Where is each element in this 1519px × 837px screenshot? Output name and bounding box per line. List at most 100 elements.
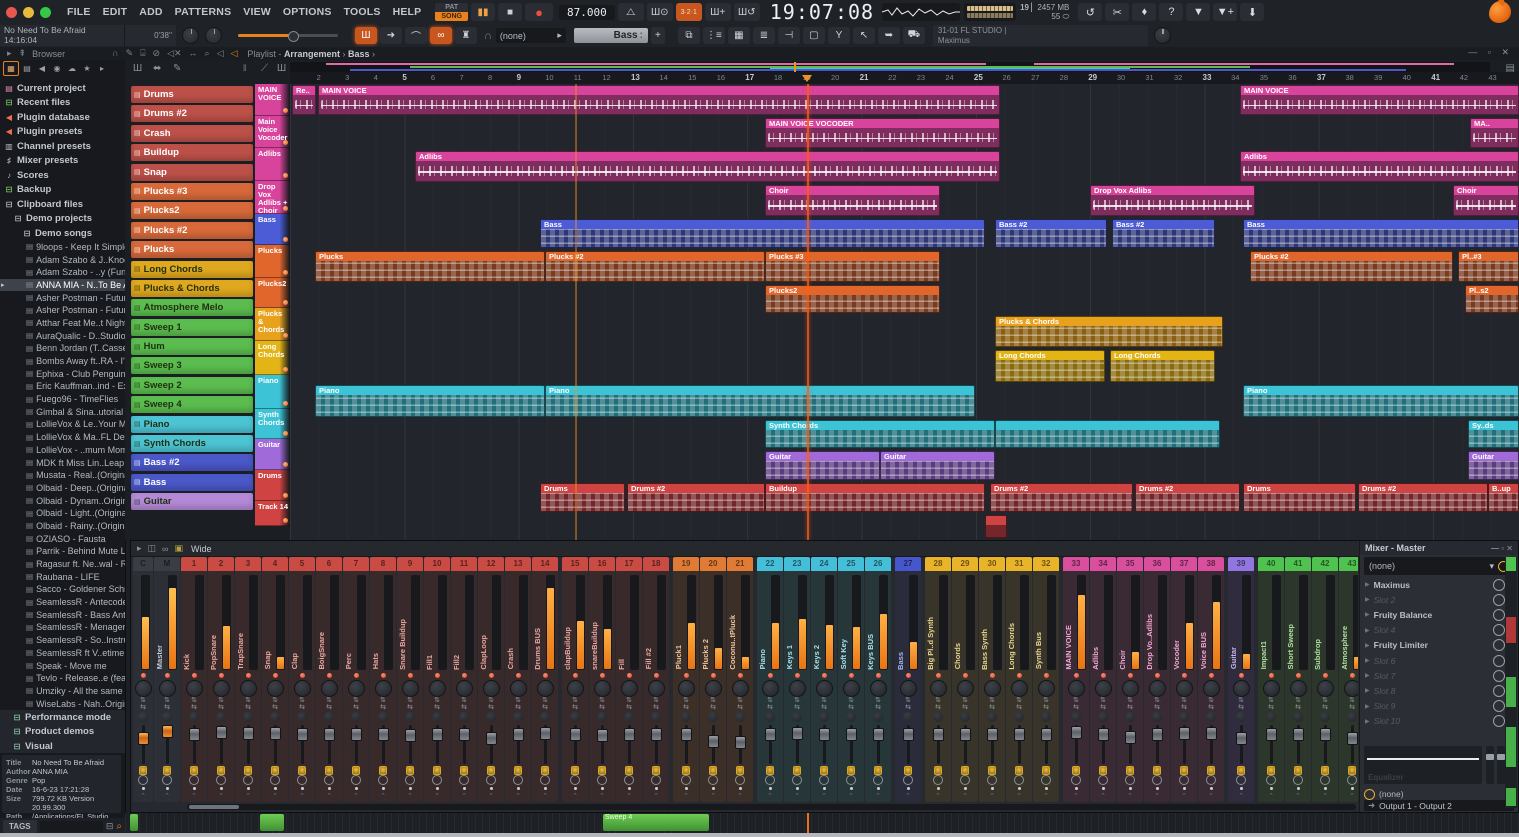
stereo-controls[interactable]: ⇅⇆ bbox=[1198, 697, 1224, 712]
menu-add[interactable]: ADD bbox=[133, 6, 168, 18]
song-item[interactable]: ▤Fuego96 - TimeFlies bbox=[0, 393, 125, 406]
panel-preset-dropdown[interactable]: (none)▾ bbox=[1364, 557, 1514, 575]
mixer-channel-22[interactable]: 22Piano⇅⇆⌃ bbox=[757, 557, 783, 802]
pattern-long-chords[interactable]: ▤Long Chords bbox=[131, 261, 253, 278]
volume-fader[interactable] bbox=[154, 723, 180, 766]
mixer-channel-25[interactable]: 25Soft Key⇅⇆⌃ bbox=[838, 557, 864, 802]
volume-fader[interactable] bbox=[181, 723, 207, 766]
track-header-drums[interactable]: Drums bbox=[255, 470, 290, 501]
mixer-channel-34[interactable]: 34Adlibs⇅⇆⌃ bbox=[1090, 557, 1116, 802]
clip-piano[interactable]: Piano bbox=[315, 385, 545, 417]
clip-drums-2[interactable]: Drums #2 bbox=[1358, 483, 1488, 512]
stereo-controls[interactable]: ⇅⇆ bbox=[1117, 697, 1143, 712]
browser-collapse-icon[interactable]: ▸ bbox=[7, 48, 12, 59]
volume-fader[interactable] bbox=[451, 723, 477, 766]
mixer-channel-42[interactable]: 42Subdrop⇅⇆⌃ bbox=[1312, 557, 1338, 802]
pattern-sweep-2[interactable]: ▤Sweep 2 bbox=[131, 377, 253, 394]
clip-piano[interactable]: Piano bbox=[1243, 385, 1519, 417]
song-item[interactable]: ▤Benn Jordan (T..Cassette Cafe bbox=[0, 342, 125, 355]
mixer-channel-26[interactable]: 26Keys BUS⇅⇆⌃ bbox=[865, 557, 891, 802]
tags-button[interactable]: TAGS bbox=[3, 820, 37, 833]
track-header-bass[interactable]: Bass bbox=[255, 214, 290, 245]
clip-drums-2[interactable]: Drums #2 bbox=[1135, 483, 1240, 512]
next-icon[interactable]: ➜ bbox=[380, 27, 402, 44]
tags-input[interactable] bbox=[40, 821, 103, 832]
pattern-sweep-1[interactable]: ▤Sweep 1 bbox=[131, 319, 253, 336]
sounds-tab[interactable]: ◀ bbox=[35, 62, 49, 75]
volume-fader[interactable] bbox=[1171, 723, 1197, 766]
mixer-master-strip[interactable]: MMaster⇅⇆⌃ bbox=[154, 557, 180, 802]
song-item[interactable]: ▤Musata - Real..(Original Mix) bbox=[0, 469, 125, 482]
song-item[interactable]: ▤Raubana - LIFE bbox=[0, 570, 125, 583]
playlist-minimap[interactable] bbox=[290, 62, 1490, 72]
stereo-controls[interactable]: ⇅⇆ bbox=[343, 697, 369, 712]
bottom-clip-sweep-4[interactable]: Sweep 4 bbox=[603, 814, 709, 831]
mixer-channel-15[interactable]: 15clapBuildup⇅⇆⌃ bbox=[562, 557, 588, 802]
song-item[interactable]: ▤Olbaid - Dynam..Original Mix) bbox=[0, 494, 125, 507]
pattern-sweep-3[interactable]: ▤Sweep 3 bbox=[131, 357, 253, 374]
mixer-channel-3[interactable]: 3TrapSnare⇅⇆⌃ bbox=[235, 557, 261, 802]
mixer-current-strip[interactable]: C⇅⇆⌃ bbox=[133, 557, 153, 802]
stereo-controls[interactable]: ⇅⇆ bbox=[397, 697, 423, 712]
song-item[interactable]: ▤Speak - Move me bbox=[0, 659, 125, 672]
pattern-plucks2[interactable]: ▤Plucks2 bbox=[131, 202, 253, 219]
volume-fader[interactable] bbox=[589, 723, 615, 766]
plugin-picker-icon[interactable]: Y bbox=[828, 27, 850, 44]
mixer-link-icon[interactable]: ∞ bbox=[162, 544, 168, 554]
volume-fader[interactable] bbox=[925, 723, 951, 766]
song-item[interactable]: ▤Atthar Feat Me..t Night feeling bbox=[0, 317, 125, 330]
browser-up-icon[interactable]: ⇞ bbox=[19, 48, 27, 59]
mic-record-icon[interactable]: ♦ bbox=[1132, 3, 1156, 21]
time-display[interactable]: 19:07:08 bbox=[770, 0, 874, 24]
mixer-channel-21[interactable]: 21Coconu..tPluck⇅⇆⌃ bbox=[727, 557, 753, 802]
stereo-controls[interactable]: ⇅⇆ bbox=[181, 697, 207, 712]
pattern-bass-2[interactable]: ▤Bass #2 bbox=[131, 454, 253, 471]
stereo-controls[interactable]: ⇅⇆ bbox=[952, 697, 978, 712]
stereo-controls[interactable]: ⇅⇆ bbox=[895, 697, 921, 712]
stereo-controls[interactable]: ⇅⇆ bbox=[589, 697, 615, 712]
mixer-channel-43[interactable]: 43Atmosphere⇅⇆⌃ bbox=[1339, 557, 1358, 802]
mixer-channel-13[interactable]: 13Crash⇅⇆⌃ bbox=[505, 557, 531, 802]
mixer-menu-icon[interactable]: ▸ bbox=[137, 543, 142, 554]
pattern-bass[interactable]: ▤Bass bbox=[131, 474, 253, 491]
link-icon[interactable]: ∞ bbox=[430, 27, 452, 44]
mixer-layout-icon[interactable]: ▣ bbox=[174, 543, 183, 554]
pattern-plucks-3[interactable]: ▤Plucks #3 bbox=[131, 183, 253, 200]
stereo-controls[interactable]: ⇅⇆ bbox=[424, 697, 450, 712]
mixer-channel-2[interactable]: 2PopSnare⇅⇆⌃ bbox=[208, 557, 234, 802]
playlist-breadcrumb[interactable]: Playlist - Arrangement › Bass › bbox=[247, 49, 375, 59]
track-header-piano[interactable]: Piano bbox=[255, 375, 290, 409]
add-pattern-button[interactable]: + bbox=[651, 27, 665, 44]
tree-item-clipboard-files[interactable]: ⊟Clipboard files bbox=[0, 197, 125, 212]
menu-tools[interactable]: TOOLS bbox=[338, 6, 387, 18]
mixer-channel-23[interactable]: 23Keys 1⇅⇆⌃ bbox=[784, 557, 810, 802]
song-item[interactable]: ▤SeamlessR - Bass Antics bbox=[0, 608, 125, 621]
pattern-atmosphere-melo[interactable]: ▤Atmosphere Melo bbox=[131, 299, 253, 316]
stereo-controls[interactable]: ⇅⇆ bbox=[133, 697, 153, 712]
mixer-channel-41[interactable]: 41Short Sweep⇅⇆⌃ bbox=[1285, 557, 1311, 802]
mixer-channel-30[interactable]: 30Bass Synth⇅⇆⌃ bbox=[979, 557, 1005, 802]
pattern-crash[interactable]: ▤Crash bbox=[131, 125, 253, 142]
countdown-icon[interactable]: 3·2·1 bbox=[676, 3, 702, 21]
stereo-controls[interactable]: ⇅⇆ bbox=[1285, 697, 1311, 712]
touch-icon[interactable]: ↖ bbox=[853, 27, 875, 44]
mixer-channel-6[interactable]: 6BoigSnare⇅⇆⌃ bbox=[316, 557, 342, 802]
stereo-controls[interactable]: ⇅⇆ bbox=[925, 697, 951, 712]
mixer-channel-27[interactable]: 27Bass⇅⇆⌃ bbox=[895, 557, 921, 802]
stereo-controls[interactable]: ⇅⇆ bbox=[784, 697, 810, 712]
slip-icon[interactable]: ↔ bbox=[189, 48, 198, 59]
mixer-channel-7[interactable]: 7Perc⇅⇆⌃ bbox=[343, 557, 369, 802]
stereo-controls[interactable]: ⇅⇆ bbox=[1033, 697, 1059, 712]
volume-fader[interactable] bbox=[1339, 723, 1358, 766]
volume-fader[interactable] bbox=[505, 723, 531, 766]
clip-piano[interactable]: Piano bbox=[545, 385, 975, 417]
tree-item-recent-files[interactable]: ⊟Recent files bbox=[0, 96, 125, 111]
stereo-controls[interactable]: ⇅⇆ bbox=[370, 697, 396, 712]
mixer-channel-14[interactable]: 14Drums BUS⇅⇆⌃ bbox=[532, 557, 558, 802]
browser-icon[interactable]: ▢ bbox=[803, 27, 825, 44]
clip-plucks-3[interactable]: Plucks #3 bbox=[765, 251, 940, 282]
mixer-channel-9[interactable]: 9Snare Buildup⇅⇆⌃ bbox=[397, 557, 423, 802]
tree-item-performance-mode[interactable]: ⊟Performance mode bbox=[0, 710, 125, 725]
mixer-layout-label[interactable]: Wide bbox=[191, 544, 212, 554]
volume-fader[interactable] bbox=[343, 723, 369, 766]
